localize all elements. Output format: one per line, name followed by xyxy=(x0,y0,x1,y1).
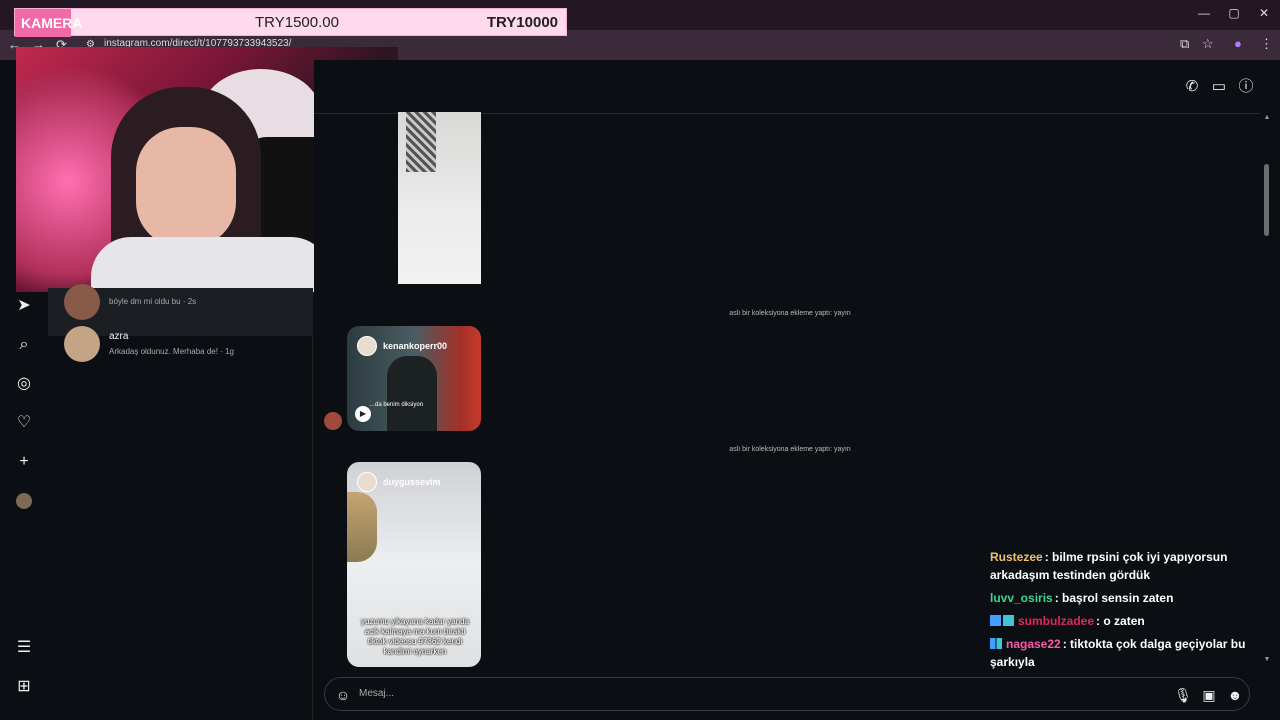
chat-username: luvv_osiris xyxy=(990,591,1053,605)
reel-thumbnail xyxy=(387,356,437,431)
chat-username: sumbulzadee xyxy=(1018,614,1095,628)
dm-preview: böyle dm mi oldu bu · 2s xyxy=(109,297,197,306)
extension-icon[interactable]: ● xyxy=(1234,36,1242,51)
image-icon[interactable]: ▣ xyxy=(1200,686,1218,704)
install-app-icon[interactable]: ⧉ xyxy=(1180,36,1189,52)
play-icon[interactable]: ▶ xyxy=(355,406,371,422)
message-composer[interactable]: ☺ Mesaj... 🎙 ▣ ☻ xyxy=(324,677,1250,711)
phone-icon[interactable]: ✆ xyxy=(1183,78,1201,96)
stream-chat-message: luvv_osiris: başrol sensin zaten xyxy=(990,589,1250,607)
message-input[interactable]: Mesaj... xyxy=(359,688,394,699)
donation-goal: TRY10000 xyxy=(486,14,558,31)
reel-caption: yuzumu yikayana kadar yanda acik kalmaya… xyxy=(360,617,470,656)
chat-username: Rustezee xyxy=(990,550,1043,564)
shared-post-card[interactable] xyxy=(398,112,481,284)
avatar xyxy=(64,326,100,362)
scrollbar[interactable]: ▲ ▼ xyxy=(1262,60,1272,720)
post-image xyxy=(406,112,436,172)
cam-streamer-face xyxy=(136,127,236,247)
profile-avatar[interactable] xyxy=(16,493,32,509)
more-icon[interactable]: ⊞ xyxy=(14,677,34,697)
donation-label: KAMERA xyxy=(15,9,82,37)
explore-icon[interactable]: ◎ xyxy=(14,374,34,394)
system-message: aslı bir koleksiyona ekleme yaptı: yayın xyxy=(729,446,851,453)
avatar xyxy=(64,284,100,320)
microphone-icon[interactable]: 🎙 xyxy=(1174,686,1192,704)
plus-icon[interactable]: + xyxy=(14,452,34,472)
maximize-button[interactable]: ▢ xyxy=(1224,6,1244,20)
donation-amount: TRY1500.00 xyxy=(255,14,339,31)
stream-chat-overlay: Rustezee: bilme rpsini çok iyi yapıyorsu… xyxy=(990,548,1250,676)
video-call-icon[interactable]: ▭ xyxy=(1210,78,1228,96)
shared-reel-card[interactable]: kenankoperr00 ▶ …da benim diksiyon xyxy=(347,326,481,431)
dm-name: azra xyxy=(109,331,129,342)
dm-list-item[interactable]: azra Arkadaş oldunuz. Merhaba de! · 1g xyxy=(48,320,313,368)
reel-username: duygussevim xyxy=(383,477,441,487)
bookmark-star-icon[interactable]: ☆ xyxy=(1202,36,1214,52)
threads-icon[interactable]: ➤ xyxy=(14,296,34,316)
dm-list: böyle dm mi oldu bu · 2s azra Arkadaş ol… xyxy=(48,284,313,720)
avatar xyxy=(357,472,377,492)
sender-avatar xyxy=(324,412,342,430)
system-message: aslı bir koleksiyona ekleme yaptı: yayın xyxy=(729,310,851,317)
chat-text: : o zaten xyxy=(1096,614,1145,628)
stream-chat-message: Rustezee: bilme rpsini çok iyi yapıyorsu… xyxy=(990,548,1250,584)
heart-icon[interactable]: ♡ xyxy=(14,413,34,433)
donation-goal-bar: KAMERA TRY1500.00 TRY10000 xyxy=(14,8,567,37)
minimize-button[interactable]: — xyxy=(1194,6,1214,20)
chat-badges-icon xyxy=(990,638,1002,649)
scroll-down-arrow[interactable]: ▼ xyxy=(1262,656,1272,663)
dm-preview: Arkadaş oldunuz. Merhaba de! · 1g xyxy=(109,347,234,356)
scroll-thumb[interactable] xyxy=(1264,164,1269,236)
stream-chat-message: nagase22: tiktokta çok dalga geçiyolar b… xyxy=(990,635,1250,671)
menu-icon[interactable]: ☰ xyxy=(14,638,34,658)
reel-thumbnail xyxy=(347,492,377,562)
close-button[interactable]: ✕ xyxy=(1254,6,1274,20)
emoji-icon[interactable]: ☺ xyxy=(334,686,352,704)
browser-menu-icon[interactable]: ⋮ xyxy=(1260,36,1273,52)
scroll-up-arrow[interactable]: ▲ xyxy=(1262,114,1272,121)
avatar xyxy=(357,336,377,356)
chat-text: : başrol sensin zaten xyxy=(1054,591,1174,605)
cam-streamer-shirt xyxy=(91,237,331,292)
chat-badges-icon xyxy=(990,615,1014,626)
sticker-icon[interactable]: ☻ xyxy=(1226,686,1244,704)
info-icon[interactable]: ⓘ xyxy=(1237,78,1255,96)
reel-caption: …da benim diksiyon xyxy=(369,402,424,408)
search-icon[interactable]: ⌕ xyxy=(14,335,34,355)
stream-chat-message: sumbulzadee: o zaten xyxy=(990,612,1250,630)
reel-username: kenankoperr00 xyxy=(383,341,448,351)
shared-reel-card[interactable]: duygussevim yuzumu yikayana kadar yanda … xyxy=(347,462,481,667)
chat-username: nagase22 xyxy=(1006,637,1061,651)
